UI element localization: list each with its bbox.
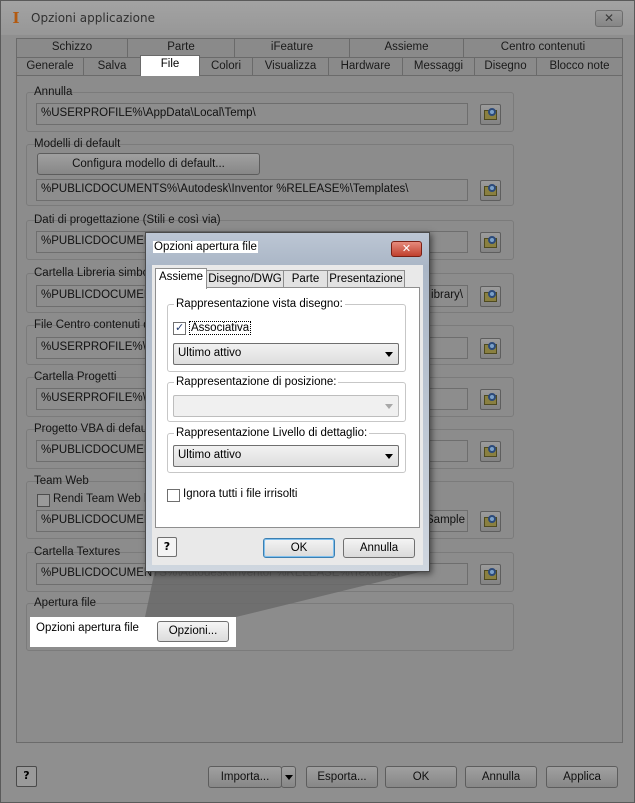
libreria-label: Cartella Libreria simbo [34,267,150,279]
magnifier-icon [488,236,496,244]
teamweb-label: Team Web [34,475,89,487]
centro-browse-button[interactable] [480,338,501,359]
checkmark-icon: ✓ [175,321,185,334]
dialog-title: Opzioni apertura file [153,241,258,253]
tab-centro-contenuti[interactable]: Centro contenuti [463,38,623,57]
tab-assieme[interactable]: Assieme [349,38,464,57]
magnifier-icon [488,342,496,350]
livello-dettaglio-value: Ultimo attivo [178,449,242,461]
associativa-checkbox[interactable]: ✓ [173,321,186,335]
tab-visualizza[interactable]: Visualizza [252,57,329,76]
opzioni-apertura-label: Opzioni apertura file [36,622,139,634]
annulla-browse-button[interactable] [480,104,501,125]
libreria-path-tail: ibrary\ [431,289,463,301]
opzioni-button[interactable]: Opzioni... [157,621,229,642]
chevron-down-icon [285,775,293,780]
magnifier-icon [488,393,496,401]
vista-disegno-value: Ultimo attivo [178,347,242,359]
magnifier-icon [488,445,496,453]
apertura-label: Apertura file [34,597,97,609]
magnifier-icon [488,184,496,192]
magnifier-icon [488,515,496,523]
vista-disegno-label: Rappresentazione vista disegno: [174,298,345,310]
textures-label: Cartella Textures [34,546,121,558]
modelli-path-field[interactable]: %PUBLICDOCUMENTS%\Autodesk\Inventor %REL… [36,179,468,201]
annulla-button[interactable]: Annulla [465,766,537,788]
ignora-checkbox[interactable] [167,489,180,502]
ignora-label: Ignora tutti i file irrisolti [183,488,298,500]
team-web-checkbox[interactable] [37,494,50,507]
tab-colori[interactable]: Colori [199,57,253,76]
window-close-button[interactable]: ✕ [595,10,623,27]
livello-dettaglio-label: Rappresentazione Livello di dettaglio: [174,427,370,439]
textures-browse-button[interactable] [480,564,501,585]
team-web-checkbox-label: Rendi Team Web la [53,493,153,505]
help-icon[interactable]: ? [16,766,37,787]
dialog-annulla-button[interactable]: Annulla [343,538,415,558]
modelli-browse-button[interactable] [480,180,501,201]
chevron-down-icon [385,404,393,409]
vba-label: Progetto VBA di defau [34,423,148,435]
magnifier-icon [488,108,496,116]
tab-ifeature[interactable]: iFeature [234,38,350,57]
associativa-label: Associativa [189,321,252,335]
window-title: Opzioni applicazione [31,11,155,25]
posizione-label: Rappresentazione di posizione: [174,376,339,388]
magnifier-icon [488,290,496,298]
modelli-label: Modelli di default [34,138,121,150]
vista-disegno-select[interactable]: Ultimo attivo [173,343,399,365]
file-open-options-dialog: Opzioni apertura file ✕ Assieme Disegno/… [145,232,430,572]
dialog-ok-button[interactable]: OK [263,538,335,558]
dialog-tab-assieme[interactable]: Assieme [155,268,207,289]
annulla-label: Annulla [34,86,73,98]
importa-dropdown-button[interactable] [281,766,296,788]
importa-button[interactable]: Importa... [208,766,282,788]
configura-modello-button[interactable]: Configura modello di default... [37,153,260,175]
tab-blocco-note[interactable]: Blocco note [536,57,623,76]
dialog-help-icon[interactable]: ? [157,537,177,557]
ok-button[interactable]: OK [385,766,457,788]
progetti-browse-button[interactable] [480,389,501,410]
dati-label: Dati di progettazione (Stili e così via) [34,214,221,226]
tab-generale[interactable]: Generale [16,57,84,76]
teamweb-path-text: %PUBLICDOCUMENT [41,514,160,526]
tab-file[interactable]: File [140,55,200,76]
tab-hardware[interactable]: Hardware [328,57,403,76]
annulla-path-field[interactable]: %USERPROFILE%\AppData\Local\Temp\ [36,103,468,125]
posizione-select[interactable] [173,395,399,417]
progetti-label: Cartella Progetti [34,371,117,383]
dati-browse-button[interactable] [480,232,501,253]
esporta-button[interactable]: Esporta... [306,766,378,788]
tab-disegno[interactable]: Disegno [474,57,537,76]
livello-dettaglio-select[interactable]: Ultimo attivo [173,445,399,467]
tab-salva[interactable]: Salva [83,57,141,76]
libreria-browse-button[interactable] [480,286,501,307]
vba-browse-button[interactable] [480,441,501,462]
chevron-down-icon [385,454,393,459]
centro-label: File Centro contenuti d [34,319,150,331]
title-bar: I Opzioni applicazione ✕ [1,1,634,35]
magnifier-icon [488,568,496,576]
applica-button[interactable]: Applica [546,766,618,788]
tab-messaggi[interactable]: Messaggi [402,57,475,76]
inventor-app-icon: I [12,9,20,27]
tab-schizzo[interactable]: Schizzo [16,38,128,57]
teamweb-browse-button[interactable] [480,511,501,532]
chevron-down-icon [385,352,393,357]
dialog-close-button[interactable]: ✕ [391,241,422,257]
libreria-path-text: %PUBLICDOCUMENT [41,289,160,301]
